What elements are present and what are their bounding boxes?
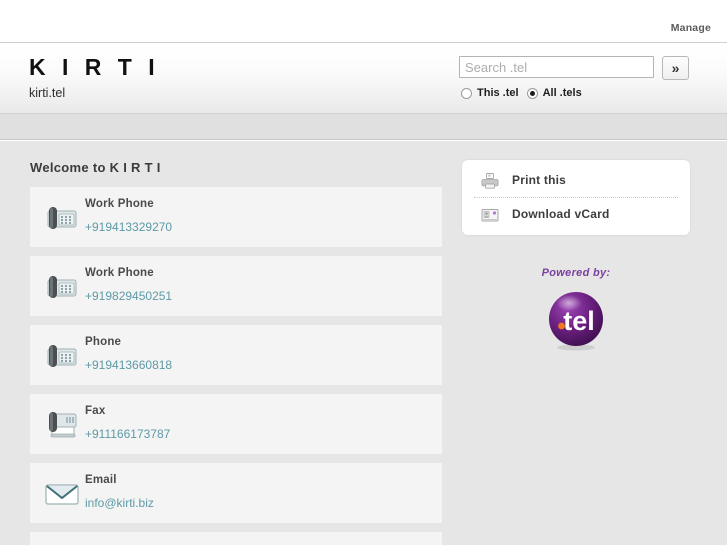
desk-phone-icon — [42, 266, 82, 306]
contact-label: Work Phone — [85, 198, 154, 210]
download-vcard-button[interactable]: Download vCard — [462, 198, 690, 231]
contact-label: Email — [85, 474, 117, 486]
page-title: K I R T I — [29, 54, 160, 80]
list-item[interactable]: Fax +911166173787 — [30, 394, 442, 454]
powered-by-block: Powered by: tel — [462, 266, 690, 352]
desk-phone-icon — [42, 335, 82, 375]
search-input[interactable] — [459, 56, 654, 78]
fax-icon — [42, 404, 82, 444]
manage-link[interactable]: Manage — [671, 22, 711, 34]
contact-list: Work Phone +919413329270 Work Phone +919… — [30, 187, 442, 545]
contact-value[interactable]: +919413329270 — [85, 220, 172, 235]
contact-label: Work Phone — [85, 267, 154, 279]
svg-text:tel: tel — [563, 306, 595, 336]
search-area: » This .tel All .tels — [459, 56, 709, 106]
contact-value[interactable]: info@kirti.biz — [85, 496, 154, 511]
contact-value[interactable]: +911166173787 — [85, 427, 170, 442]
print-this-button[interactable]: Print this — [462, 164, 690, 197]
contact-label: Phone — [85, 336, 122, 348]
site-header: K I R T I kirti.tel » This .tel All .tel… — [0, 44, 727, 114]
list-item[interactable]: Work Phone +919829450251 — [30, 256, 442, 316]
powered-by-text: Powered by: — [541, 267, 611, 279]
vcard-icon — [480, 205, 500, 225]
radio-all-tels-label: All .tels — [542, 86, 582, 99]
list-item[interactable]: Phone +919413660818 — [30, 325, 442, 385]
envelope-icon — [42, 473, 82, 513]
contact-label: Fax — [85, 405, 106, 417]
list-item[interactable]: Email info@kirti.biz — [30, 463, 442, 523]
top-utility-bar: Manage — [0, 0, 727, 43]
site-domain: kirti.tel — [29, 86, 66, 100]
contact-value[interactable]: +919829450251 — [85, 289, 172, 304]
radio-this-tel[interactable] — [461, 87, 472, 99]
welcome-heading: Welcome to K I R T I — [30, 160, 161, 175]
contact-value[interactable]: +919413660818 — [85, 358, 172, 373]
download-vcard-label: Download vCard — [512, 207, 610, 221]
radio-this-tel-label: This .tel — [477, 86, 519, 99]
list-item[interactable] — [30, 532, 442, 545]
search-submit-button[interactable]: » — [662, 56, 689, 80]
actions-panel: Print this Download vCard — [462, 160, 690, 235]
tel-logo-icon: tel — [545, 290, 607, 352]
print-this-label: Print this — [512, 173, 567, 187]
main-content: Welcome to K I R T I Work Phone +9194133… — [0, 141, 727, 545]
search-scope-group: This .tel All .tels — [461, 85, 590, 101]
tel-profile-page: Manage K I R T I kirti.tel » This .tel A… — [0, 0, 727, 545]
list-item[interactable]: Work Phone +919413329270 — [30, 187, 442, 247]
header-sub-band — [0, 114, 727, 140]
radio-all-tels[interactable] — [526, 87, 538, 99]
desk-phone-icon — [42, 197, 82, 237]
printer-icon — [480, 171, 500, 191]
